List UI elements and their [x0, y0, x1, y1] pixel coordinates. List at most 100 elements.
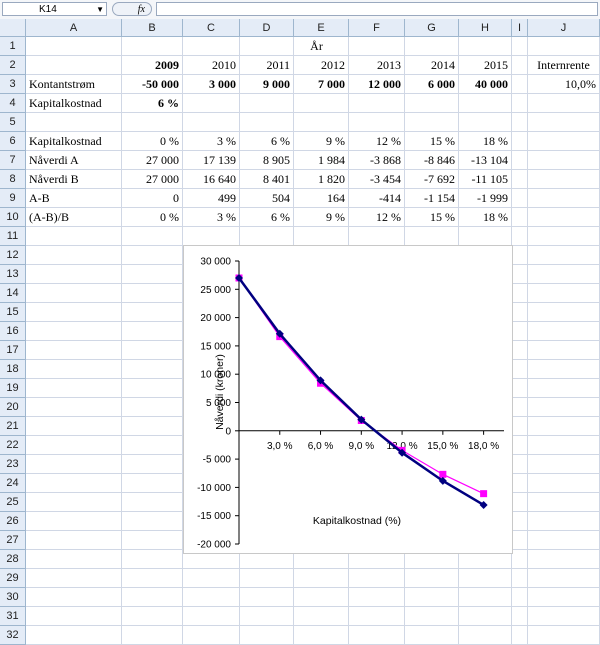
row7-value[interactable]: -3 868	[349, 151, 405, 170]
cell[interactable]	[528, 455, 600, 474]
cell[interactable]	[122, 227, 183, 246]
cell[interactable]	[405, 607, 459, 626]
cell[interactable]	[405, 94, 459, 113]
cell[interactable]	[349, 94, 405, 113]
row6-value[interactable]: 12 %	[349, 132, 405, 151]
cell[interactable]	[122, 360, 183, 379]
cell[interactable]	[528, 379, 600, 398]
cell[interactable]	[528, 303, 600, 322]
row10-value[interactable]: 6 %	[240, 208, 294, 227]
row10-value[interactable]: 18 %	[459, 208, 512, 227]
cell[interactable]	[349, 626, 405, 645]
cell[interactable]	[349, 569, 405, 588]
year-header[interactable]: 2009	[122, 56, 183, 75]
cell[interactable]	[512, 303, 528, 322]
row9-value[interactable]: -1 999	[459, 189, 512, 208]
row-header-12[interactable]: 12	[0, 246, 26, 265]
row-label-row6[interactable]: Kapitalkostnad	[26, 132, 122, 151]
row-header-20[interactable]: 20	[0, 398, 26, 417]
column-header-f[interactable]: F	[349, 19, 405, 37]
row-header-1[interactable]: 1	[0, 37, 26, 56]
cell[interactable]	[528, 132, 600, 151]
row-header-27[interactable]: 27	[0, 531, 26, 550]
row6-value[interactable]: 18 %	[459, 132, 512, 151]
cell[interactable]	[240, 569, 294, 588]
cell[interactable]	[240, 626, 294, 645]
cell[interactable]	[240, 94, 294, 113]
cell[interactable]	[294, 626, 349, 645]
chart[interactable]: Nåverdi (kroner) Kapitalkostnad (%) 30 0…	[183, 245, 513, 554]
cell[interactable]	[512, 151, 528, 170]
cell[interactable]	[512, 398, 528, 417]
cell[interactable]	[183, 569, 240, 588]
cell[interactable]	[122, 113, 183, 132]
cell[interactable]	[294, 569, 349, 588]
row-header-8[interactable]: 8	[0, 170, 26, 189]
select-all-corner[interactable]	[0, 19, 26, 37]
row-header-22[interactable]: 22	[0, 436, 26, 455]
cell[interactable]	[512, 493, 528, 512]
row-label-row10[interactable]: (A-B)/B	[26, 208, 122, 227]
row7-value[interactable]: 1 984	[294, 151, 349, 170]
cell[interactable]	[512, 189, 528, 208]
row-label-kontantstrom[interactable]: Kontantstrøm	[26, 75, 122, 94]
cell[interactable]	[405, 626, 459, 645]
cell[interactable]	[26, 455, 122, 474]
cell[interactable]	[528, 246, 600, 265]
cell[interactable]	[26, 341, 122, 360]
header-aar[interactable]: År	[122, 37, 512, 56]
cell[interactable]	[122, 588, 183, 607]
cell[interactable]	[512, 265, 528, 284]
cell[interactable]	[122, 626, 183, 645]
row9-value[interactable]: 0	[122, 189, 183, 208]
cell[interactable]	[459, 113, 512, 132]
cell[interactable]	[528, 113, 600, 132]
cell[interactable]	[528, 284, 600, 303]
cell[interactable]	[528, 626, 600, 645]
row10-value[interactable]: 15 %	[405, 208, 459, 227]
row-label-kapitalkostnad[interactable]: Kapitalkostnad	[26, 94, 122, 113]
kontantstrom-value[interactable]: 12 000	[349, 75, 405, 94]
row8-value[interactable]: -7 692	[405, 170, 459, 189]
cell[interactable]	[528, 493, 600, 512]
cell[interactable]	[512, 436, 528, 455]
cell[interactable]	[122, 474, 183, 493]
cell[interactable]	[183, 607, 240, 626]
cell[interactable]	[349, 588, 405, 607]
row-header-31[interactable]: 31	[0, 607, 26, 626]
cell[interactable]	[26, 37, 122, 56]
cell[interactable]	[528, 569, 600, 588]
cell[interactable]	[294, 227, 349, 246]
row-header-2[interactable]: 2	[0, 56, 26, 75]
cell[interactable]	[26, 550, 122, 569]
cell[interactable]	[26, 512, 122, 531]
cell[interactable]	[405, 569, 459, 588]
cell[interactable]	[26, 474, 122, 493]
cell[interactable]	[183, 94, 240, 113]
kontantstrom-value[interactable]: 6 000	[405, 75, 459, 94]
row7-value[interactable]: -8 846	[405, 151, 459, 170]
cell[interactable]	[26, 398, 122, 417]
column-header-j[interactable]: J	[528, 19, 600, 37]
cell[interactable]	[459, 588, 512, 607]
cell[interactable]	[405, 227, 459, 246]
cell[interactable]	[26, 113, 122, 132]
cell[interactable]	[512, 341, 528, 360]
row-header-19[interactable]: 19	[0, 379, 26, 398]
cell[interactable]	[26, 588, 122, 607]
cell[interactable]	[512, 512, 528, 531]
row-header-9[interactable]: 9	[0, 189, 26, 208]
chevron-down-icon[interactable]: ▼	[96, 3, 104, 17]
cell[interactable]	[26, 265, 122, 284]
row10-value[interactable]: 9 %	[294, 208, 349, 227]
cell[interactable]	[405, 588, 459, 607]
cell[interactable]	[26, 303, 122, 322]
cell[interactable]	[240, 113, 294, 132]
row-header-21[interactable]: 21	[0, 417, 26, 436]
row6-value[interactable]: 9 %	[294, 132, 349, 151]
row6-value[interactable]: 0 %	[122, 132, 183, 151]
cell[interactable]	[512, 37, 528, 56]
cell[interactable]	[26, 360, 122, 379]
row9-value[interactable]: 164	[294, 189, 349, 208]
cell[interactable]	[512, 56, 528, 75]
